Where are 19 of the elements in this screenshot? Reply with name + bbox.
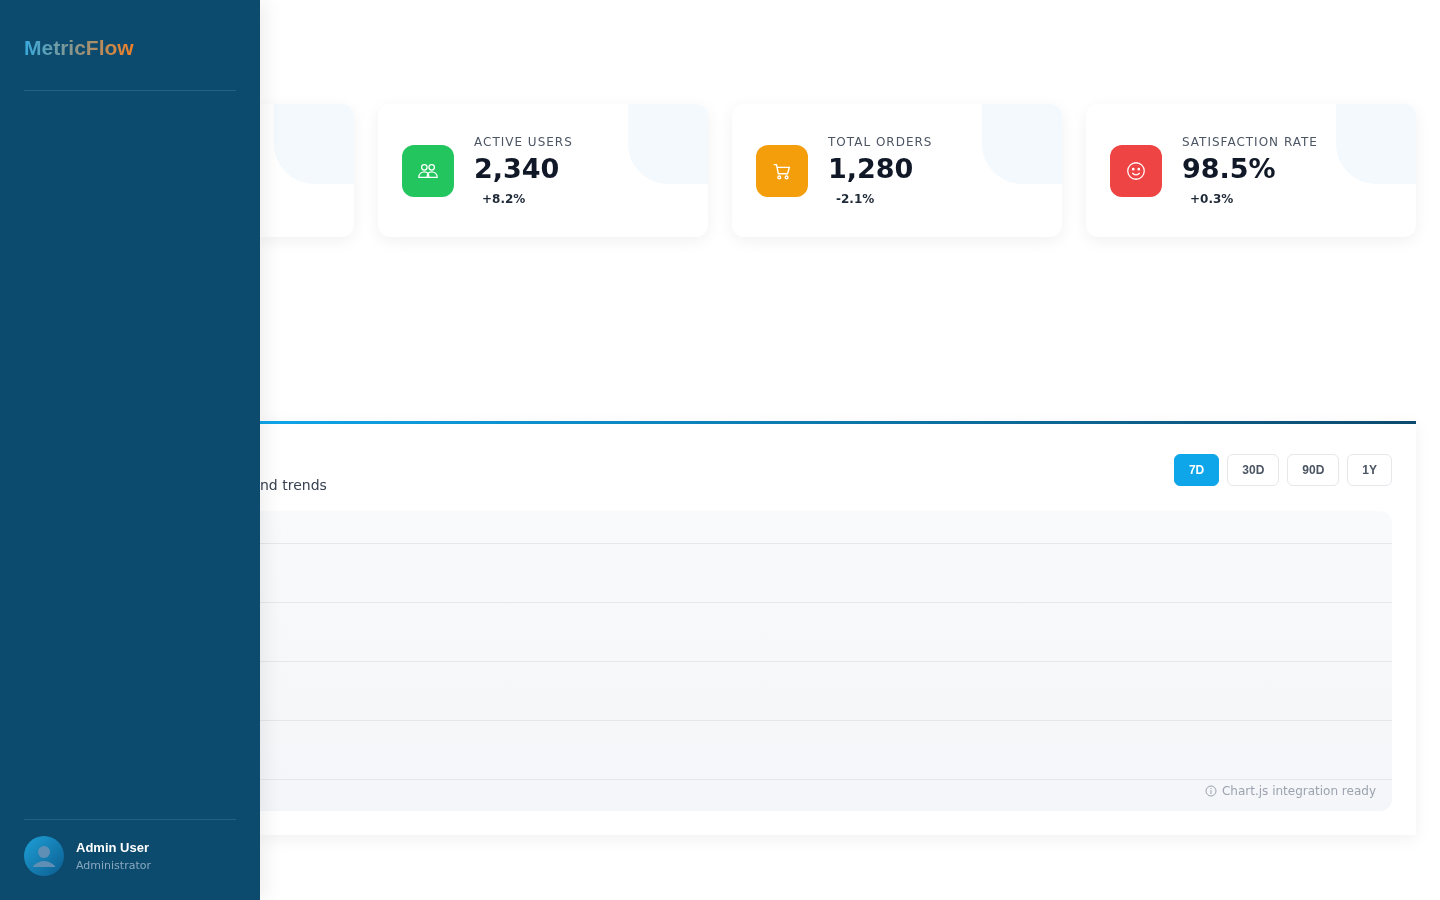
stat-label: TOTAL ORDERS: [828, 135, 933, 149]
stat-change: -2.1%: [836, 192, 876, 206]
stat-label: ACTIVE USERS: [474, 135, 573, 149]
user-name: Admin User: [76, 840, 150, 855]
range-button[interactable]: 90D: [1287, 454, 1340, 486]
avatar-icon[interactable]: [24, 836, 64, 876]
user-role: Administrator: [76, 859, 151, 872]
stat-change: +8.2%: [482, 192, 527, 206]
chart-note: Chart.js integration ready: [1221, 784, 1376, 798]
stat-value: 2,340: [474, 153, 561, 184]
smiley-icon: [1125, 159, 1147, 182]
stat-value: 98.5%: [1182, 153, 1277, 184]
stat-label: SATISFACTION RATE: [1182, 135, 1318, 149]
info-icon: [1204, 785, 1217, 797]
range-button[interactable]: 1Y: [1347, 454, 1392, 486]
stat-change: +0.3%: [1190, 192, 1235, 206]
range-button[interactable]: 30D: [1227, 454, 1280, 486]
panel-subtitle: nd trends: [260, 477, 327, 493]
stat-value: 1,280: [828, 153, 915, 184]
